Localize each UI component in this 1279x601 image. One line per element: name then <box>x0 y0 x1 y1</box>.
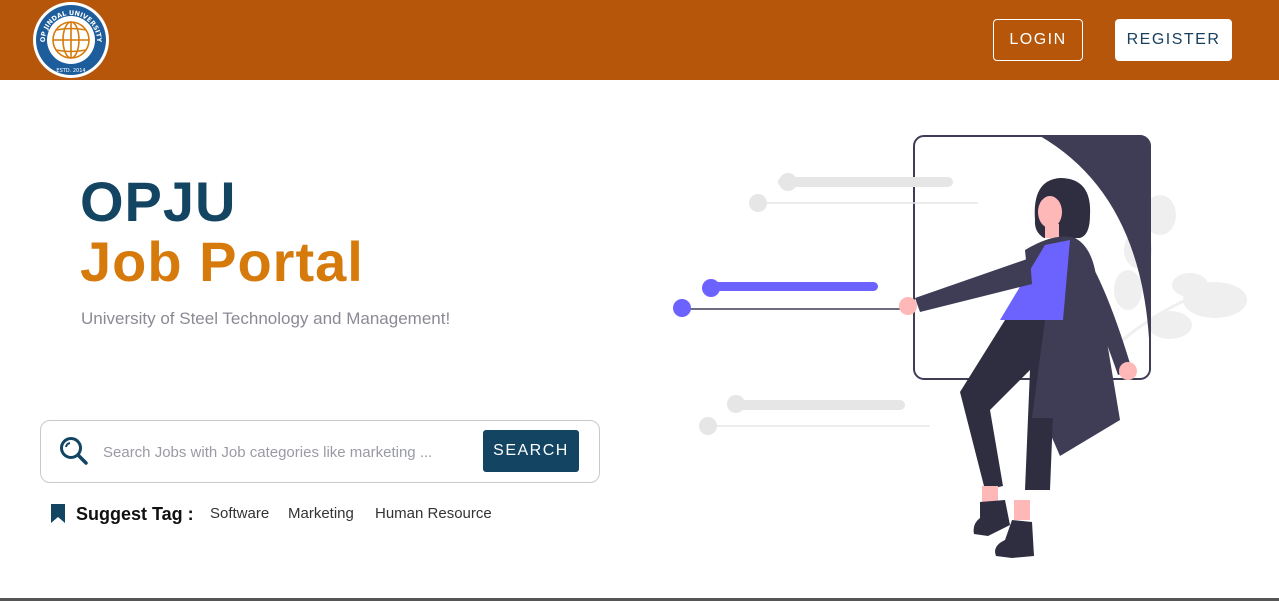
logo-text-bottom: ESTD. 2014 <box>56 68 85 74</box>
page-title-opju: OPJU <box>80 170 237 233</box>
page-title-job-portal: Job Portal <box>80 230 364 293</box>
search-input[interactable] <box>103 439 473 465</box>
suggest-tag-label: Suggest Tag : <box>76 504 194 524</box>
university-logo[interactable]: OP JINDAL UNIVERSITY ESTD. 2014 <box>31 1 112 79</box>
search-button[interactable]: SEARCH <box>483 430 579 472</box>
top-navbar: OP JINDAL UNIVERSITY ESTD. 2014 LOGIN RE… <box>0 0 1279 80</box>
page-subtitle: University of Steel Technology and Manag… <box>81 309 451 328</box>
search-icon <box>59 436 89 466</box>
bookmark-icon <box>50 503 66 524</box>
suggest-tag-human-resource[interactable]: Human Resource <box>375 505 492 523</box>
login-button[interactable]: LOGIN <box>993 19 1083 61</box>
hero-illustration <box>660 120 1260 580</box>
register-button[interactable]: REGISTER <box>1115 19 1232 61</box>
suggest-tag-marketing[interactable]: Marketing <box>288 505 354 523</box>
search-bar: SEARCH <box>40 420 600 483</box>
suggest-tag-software[interactable]: Software <box>210 505 269 523</box>
woman-figure <box>899 178 1137 558</box>
